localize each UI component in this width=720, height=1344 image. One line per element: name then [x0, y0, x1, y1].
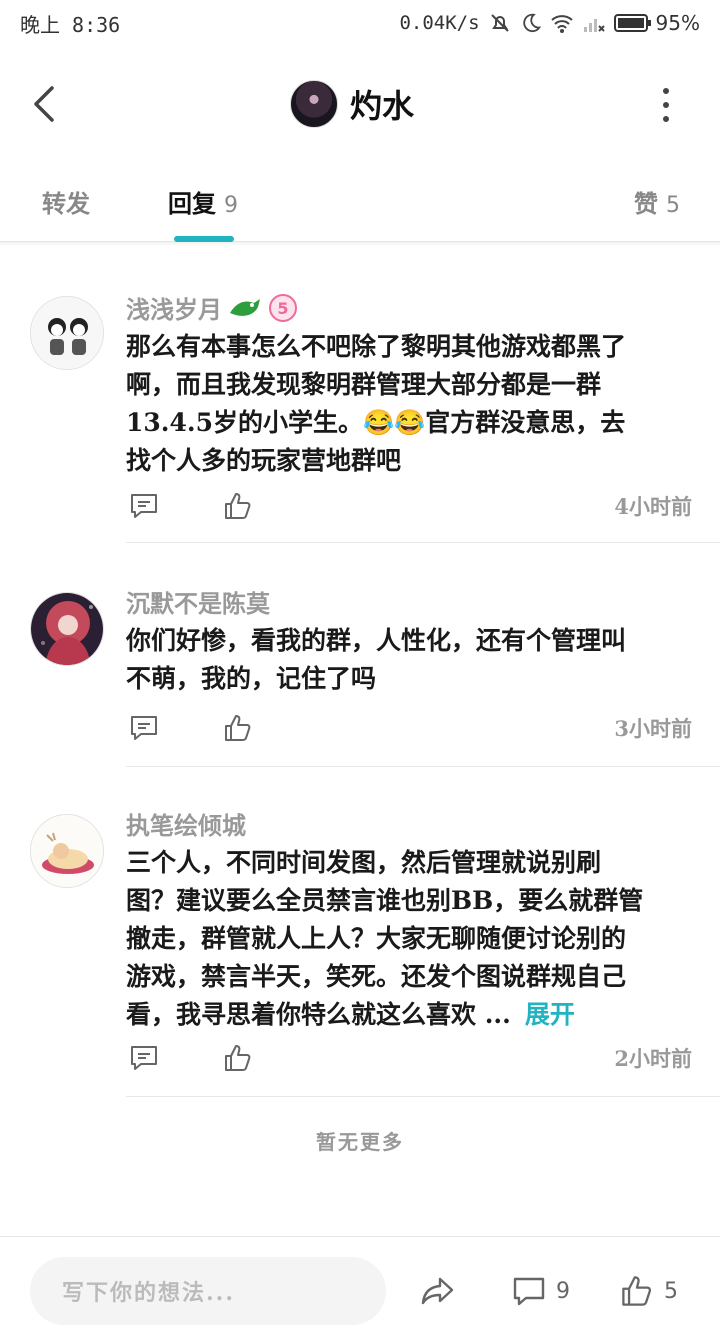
divider [126, 766, 720, 767]
comment-icon [131, 716, 157, 740]
comment-input[interactable]: 写下你的想法... [30, 1257, 386, 1325]
like-button[interactable] [220, 710, 256, 746]
signal-icon [582, 12, 606, 34]
thumbs-up-icon [225, 493, 251, 519]
more-options-button[interactable] [654, 88, 678, 122]
comment-body: 那么有本事怎么不吧除了黎明其他游戏都黑了 啊，而且我发现黎明群管理大部分都是一群… [126, 328, 692, 480]
avatar[interactable] [30, 814, 104, 888]
avatar[interactable] [30, 592, 104, 666]
comment-body: 三个人，不同时间发图，然后管理就说别刷 图？建议要么全员禁言谁也别BB，要么就群… [126, 844, 692, 1034]
chevron-left-icon [34, 86, 54, 122]
more-dot-icon [663, 102, 669, 108]
comment-line: 不萌，我的，记住了吗 [126, 664, 377, 693]
page-title: 灼水 [350, 87, 415, 125]
back-button[interactable] [26, 84, 62, 124]
comment-line: 图？建议要么全员禁言谁也别BB，要么就群管 [126, 886, 644, 915]
bottom-bar: 写下你的想法... 9 5 [0, 1236, 720, 1344]
comment-line: 你们好惨，看我的群，人性化，还有个管理叫 [126, 626, 627, 655]
moon-icon [520, 12, 542, 34]
status-time: 晚上 8:36 [20, 12, 121, 37]
thumbs-up-icon [622, 1276, 652, 1306]
like-count: 5 [664, 1278, 678, 1304]
tab-reply-label: 回复 [168, 189, 216, 218]
like-count-button[interactable]: 5 [620, 1271, 678, 1311]
tab-reply-count: 9 [224, 193, 238, 218]
more-dot-icon [663, 116, 669, 122]
like-button[interactable] [220, 1040, 256, 1076]
comment-actions: 2小时前 [126, 1038, 692, 1078]
battery: 95% [613, 11, 700, 35]
tab-repost-label: 转发 [42, 189, 90, 218]
reply-button[interactable] [126, 710, 162, 746]
tab-reply[interactable]: 回复 9 [168, 184, 238, 219]
comment-time: 2小时前 [614, 1046, 692, 1071]
share-button[interactable] [420, 1271, 456, 1311]
dragon-badge-icon [230, 298, 260, 316]
comment-username[interactable]: 执笔绘倾城 [126, 806, 246, 841]
comment-input-placeholder: 写下你的想法... [62, 1280, 235, 1306]
tab-like-label: 赞 [634, 189, 658, 218]
header: 灼水 [0, 62, 720, 146]
more-dot-icon [663, 88, 669, 94]
comment-line: 13.4.5岁的小学生。😂😂官方群没意思，去 [126, 408, 626, 437]
comment-line: 撤走，群管就人上人？大家无聊随便讨论别的 [126, 924, 627, 953]
level-5-badge-icon: 5 [269, 293, 297, 322]
avatar-image [31, 815, 103, 887]
comment-body: 你们好惨，看我的群，人性化，还有个管理叫 不萌，我的，记住了吗 [126, 622, 692, 698]
network-speed: 0.04K/s [399, 12, 480, 34]
tab-like[interactable]: 赞5 [634, 184, 680, 219]
comment-time: 4小时前 [614, 494, 692, 519]
comment-line: 游戏，禁言半天，笑死。还发个图说群规自己 [126, 962, 627, 991]
status-indicators: 0.04K/s 95% [399, 11, 700, 35]
comment-line: 那么有本事怎么不吧除了黎明其他游戏都黑了 [126, 332, 627, 361]
tab-repost[interactable]: 转发 [42, 184, 90, 219]
svg-text:5: 5 [277, 299, 288, 318]
mute-icon [488, 11, 512, 35]
comment-last-line: 看，我寻思着你特么就这么喜欢 ... 展开 [126, 996, 692, 1034]
avatar[interactable] [30, 296, 104, 370]
comment-icon [131, 494, 157, 518]
reply-count-button[interactable]: 9 [512, 1271, 570, 1311]
avatar-image [31, 297, 103, 369]
comment-line: 啊，而且我发现黎明群管理大部分都是一群 [126, 370, 602, 399]
wifi-icon [550, 12, 574, 34]
comment-time: 3小时前 [614, 716, 692, 741]
comment-actions: 4小时前 [126, 486, 692, 526]
comment-line: 看，我寻思着你特么就这么喜欢 ... [126, 1000, 511, 1029]
share-icon [421, 1277, 454, 1305]
battery-icon [613, 14, 651, 32]
reply-button[interactable] [126, 488, 162, 524]
tab-bar: 转发 回复 9 赞5 [0, 170, 720, 242]
avatar-image [31, 593, 103, 665]
battery-percent: 95% [655, 11, 700, 35]
status-bar: 晚上 8:36 0.04K/s 95% [0, 0, 720, 46]
divider [0, 242, 720, 246]
username-text: 浅浅岁月 [126, 295, 222, 324]
post-author[interactable]: 灼水 [290, 80, 414, 128]
tab-like-count: 5 [666, 193, 680, 218]
like-button[interactable] [220, 488, 256, 524]
comment-icon [513, 1277, 545, 1306]
thumbs-up-icon [225, 1045, 251, 1071]
reply-button[interactable] [126, 1040, 162, 1076]
comment-username[interactable]: 沉默不是陈莫 [126, 584, 270, 619]
username-text: 执笔绘倾城 [126, 811, 246, 840]
thumbs-up-icon [225, 715, 251, 741]
avatar[interactable] [290, 80, 338, 128]
comment-line: 找个人多的玩家营地群吧 [126, 446, 402, 475]
reply-count: 9 [556, 1278, 570, 1304]
expand-link[interactable]: 展开 [525, 1000, 575, 1029]
username-text: 沉默不是陈莫 [126, 589, 270, 618]
comment-username[interactable]: 浅浅岁月 5 [126, 290, 298, 325]
comment-actions: 3小时前 [126, 708, 692, 748]
comment-line: 三个人，不同时间发图，然后管理就说别刷 [126, 848, 602, 877]
comment-icon [131, 1046, 157, 1070]
no-more-text: 暂无更多 [316, 1130, 404, 1154]
divider [126, 1096, 720, 1097]
divider [126, 542, 720, 543]
